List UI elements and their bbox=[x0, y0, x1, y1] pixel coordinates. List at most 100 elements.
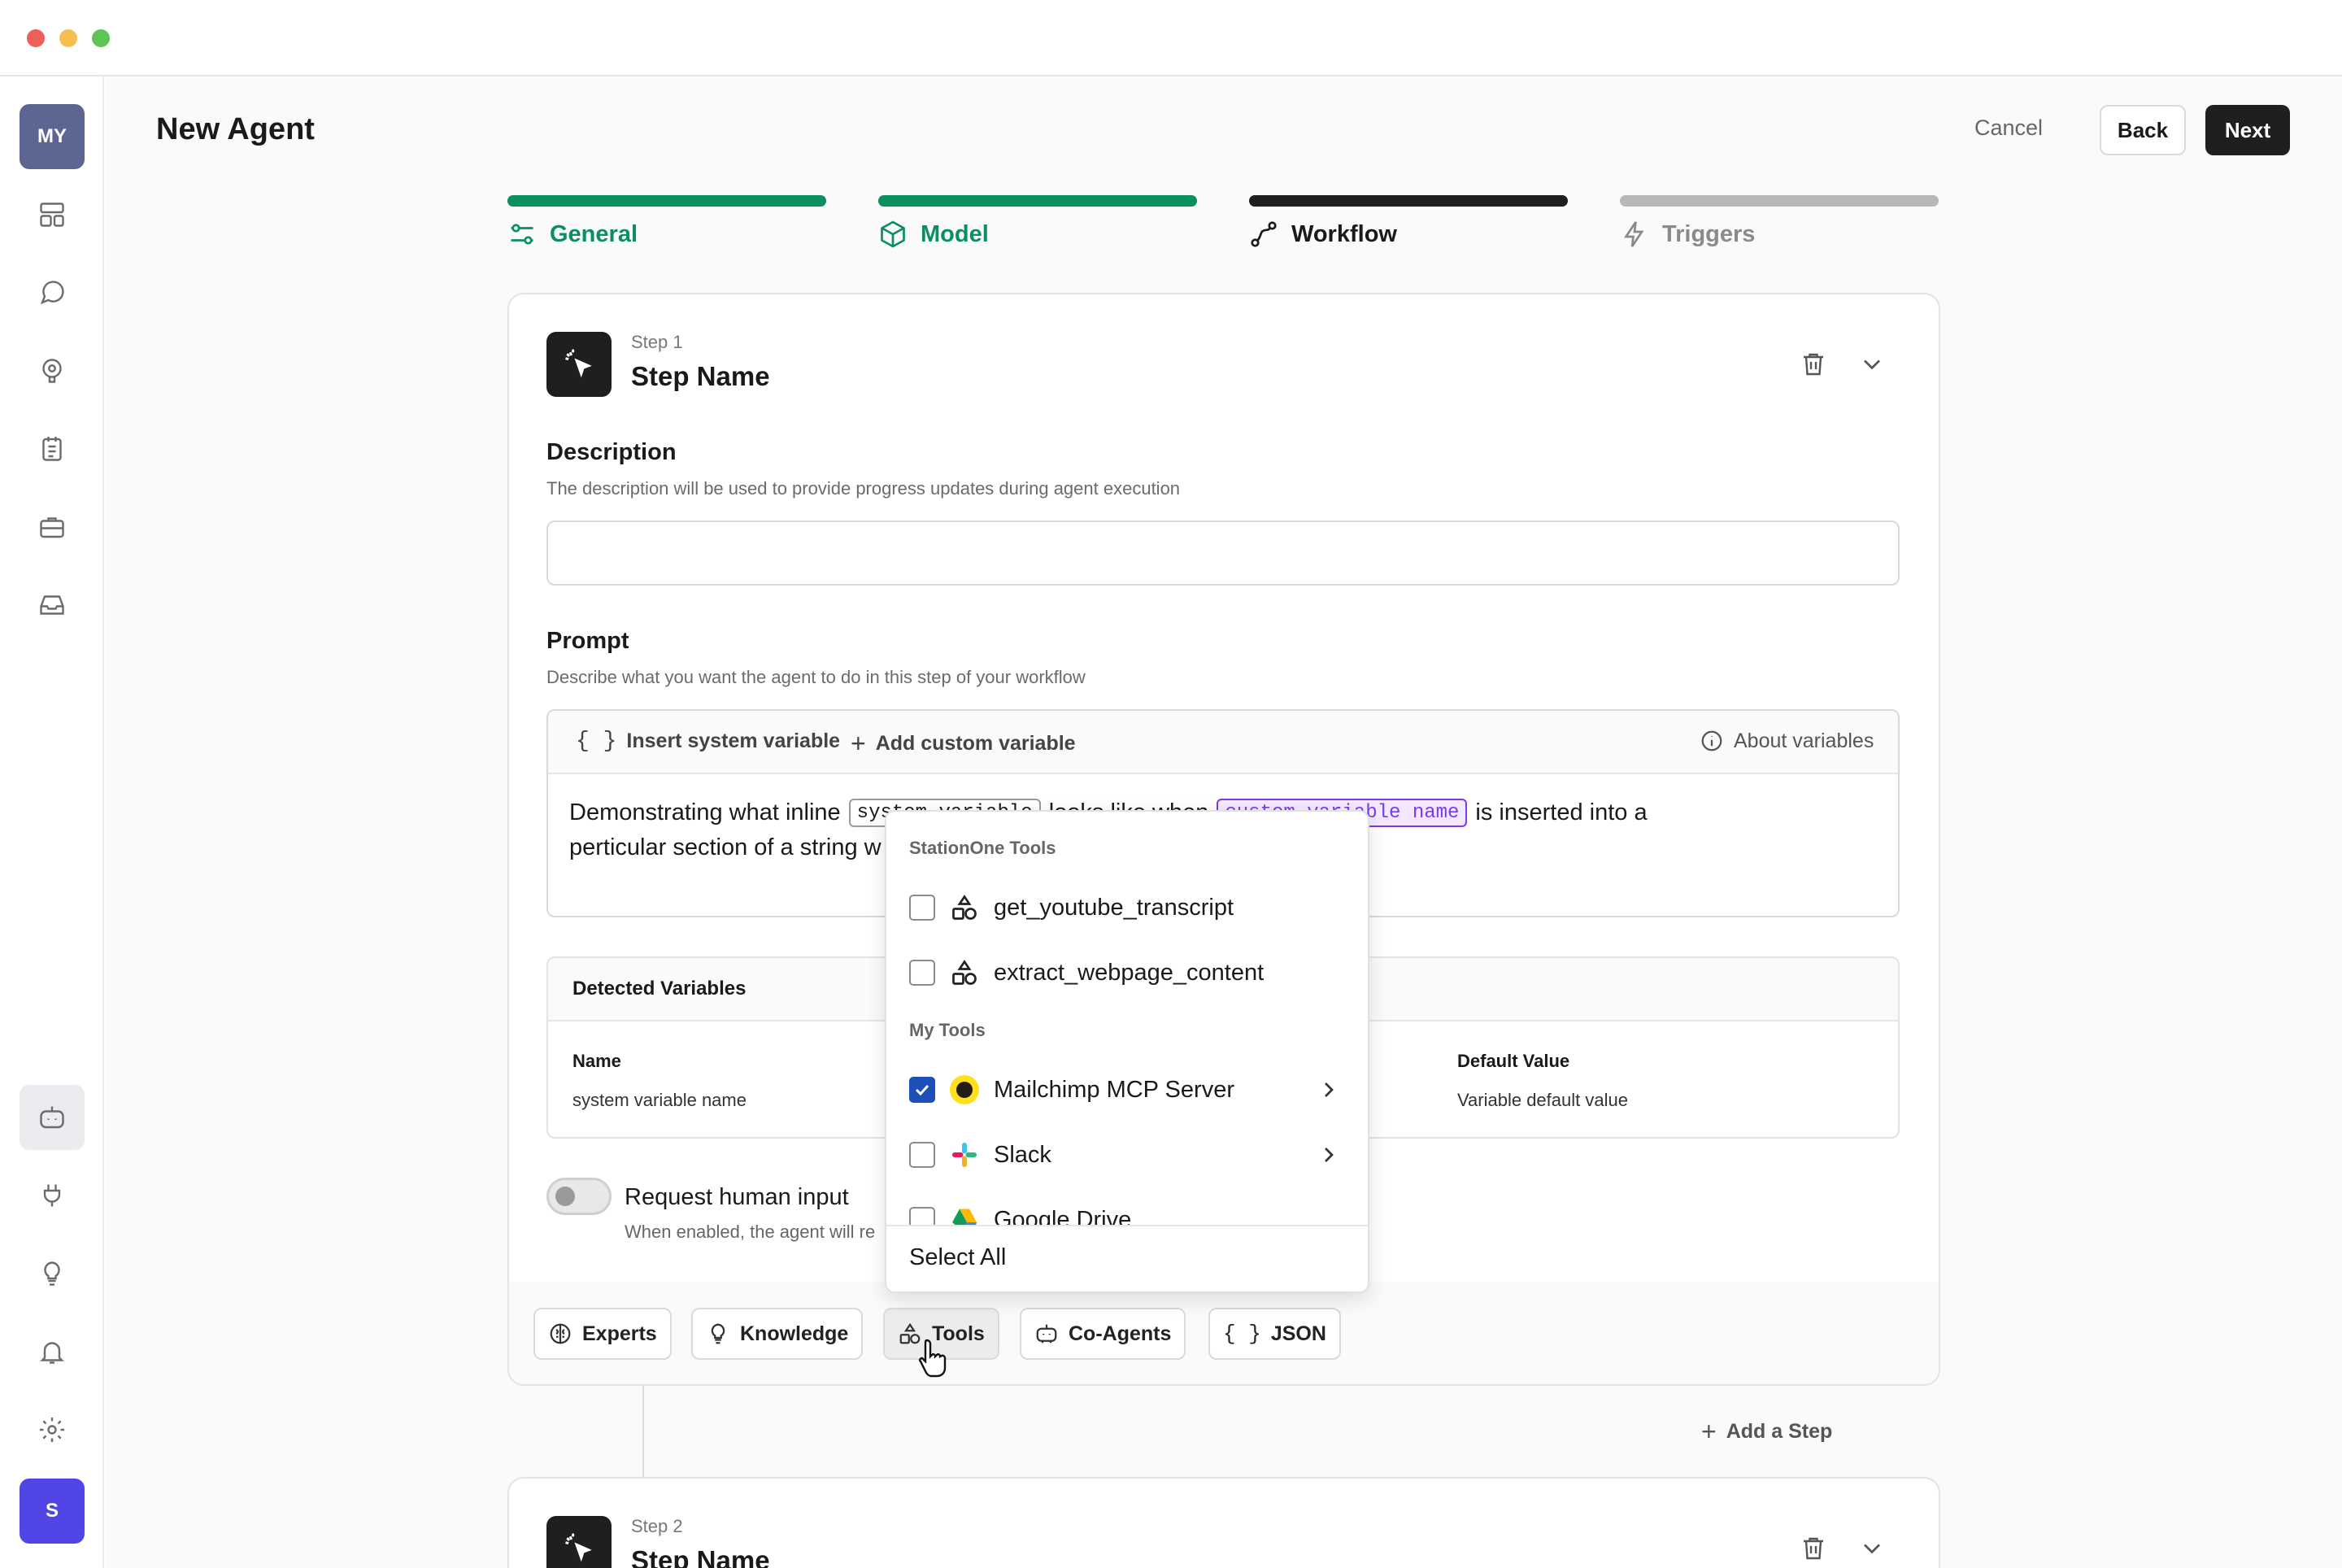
co-agents-button[interactable]: Co-Agents bbox=[1020, 1308, 1186, 1360]
knowledge-button[interactable]: Knowledge bbox=[691, 1308, 864, 1360]
step-2-cursor-icon bbox=[546, 1516, 612, 1568]
checkbox[interactable] bbox=[909, 895, 935, 921]
collapse-step-2-chevron-down-icon[interactable] bbox=[1857, 1534, 1887, 1563]
collapse-step-1-chevron-down-icon[interactable] bbox=[1857, 350, 1887, 379]
maximize-window-button[interactable] bbox=[92, 29, 110, 47]
add-step-button[interactable]: + Add a Step bbox=[1701, 1417, 1832, 1447]
request-human-input-label: Request human input bbox=[625, 1184, 849, 1210]
tool-option-slack[interactable]: Slack bbox=[886, 1122, 1368, 1187]
chevron-right-icon bbox=[1325, 1148, 1334, 1162]
tab-triggers[interactable]: Triggers bbox=[1620, 220, 1755, 249]
plus-icon: + bbox=[851, 729, 866, 758]
description-label: Description bbox=[546, 439, 677, 465]
tool-option-label: get_youtube_transcript bbox=[994, 894, 1234, 921]
variable-row-name: system variable name bbox=[572, 1090, 747, 1110]
chevron-right-icon bbox=[1325, 1082, 1334, 1097]
back-button[interactable]: Back bbox=[2100, 105, 2186, 155]
bell-icon[interactable] bbox=[29, 1329, 75, 1374]
plug-icon[interactable] bbox=[29, 1173, 75, 1218]
shapes-icon bbox=[952, 960, 977, 985]
knowledge-label: Knowledge bbox=[740, 1322, 849, 1345]
about-variables-label: About variables bbox=[1734, 729, 1874, 752]
slack-logo-icon bbox=[952, 1143, 977, 1167]
co-agents-label: Co-Agents bbox=[1069, 1322, 1172, 1345]
stepper-bar-workflow bbox=[1249, 195, 1568, 207]
detected-variables-title: Detected Variables bbox=[572, 978, 747, 1000]
prompt-text-3: is inserted into a bbox=[1475, 799, 1648, 825]
plus-icon: + bbox=[1701, 1417, 1717, 1446]
tab-workflow[interactable]: Workflow bbox=[1249, 220, 1397, 249]
select-all-button[interactable]: Select All bbox=[909, 1244, 1006, 1271]
stepper-bar-triggers bbox=[1620, 195, 1939, 207]
checkbox[interactable] bbox=[909, 960, 935, 986]
tools-dropdown: StationOne Tools get_youtube_transcript … bbox=[885, 810, 1369, 1293]
checkbox[interactable] bbox=[909, 1142, 935, 1168]
experts-label: Experts bbox=[582, 1322, 657, 1345]
user-initial: S bbox=[45, 1500, 59, 1522]
cube-icon bbox=[881, 220, 905, 248]
description-input[interactable] bbox=[546, 520, 1900, 586]
stepper-bar-general bbox=[507, 195, 826, 207]
variables-column-default: Default Value bbox=[1457, 1051, 1570, 1071]
agents-icon[interactable] bbox=[20, 1085, 85, 1150]
experts-button[interactable]: Experts bbox=[533, 1308, 672, 1360]
step-1-cursor-icon bbox=[546, 332, 612, 397]
step-1-number: Step 1 bbox=[631, 332, 683, 352]
inbox-icon[interactable] bbox=[29, 582, 75, 628]
robot-icon bbox=[1036, 1324, 1057, 1344]
step-2-name[interactable]: Step Name bbox=[631, 1545, 770, 1568]
delete-step-2-trash-icon[interactable] bbox=[1799, 1534, 1828, 1563]
tab-model[interactable]: Model bbox=[878, 220, 989, 249]
insert-system-variable-label: Insert system variable bbox=[626, 730, 841, 752]
variable-row-default: Variable default value bbox=[1457, 1090, 1628, 1110]
sliders-icon bbox=[511, 224, 533, 245]
add-custom-variable-button[interactable]: + Add custom variable bbox=[851, 729, 1076, 759]
tab-triggers-label: Triggers bbox=[1662, 220, 1756, 247]
idea-brain-icon[interactable] bbox=[29, 348, 75, 394]
dropdown-group-my-tools: My Tools bbox=[909, 1020, 986, 1040]
request-human-input-help: When enabled, the agent will re bbox=[625, 1222, 876, 1242]
checkbox-checked[interactable] bbox=[909, 1077, 935, 1103]
tool-option-get-youtube-transcript[interactable]: get_youtube_transcript bbox=[886, 875, 1368, 940]
braces-icon: { } bbox=[1223, 1322, 1261, 1346]
clipboard-icon[interactable] bbox=[29, 426, 75, 472]
add-custom-variable-label: Add custom variable bbox=[875, 732, 1076, 755]
prompt-help: Describe what you want the agent to do i… bbox=[546, 667, 1086, 687]
workspace-initials: MY bbox=[37, 125, 67, 147]
step-2-number: Step 2 bbox=[631, 1516, 683, 1536]
workspace-avatar[interactable]: MY bbox=[20, 104, 85, 169]
settings-gear-icon[interactable] bbox=[29, 1407, 75, 1453]
step-1-name[interactable]: Step Name bbox=[631, 361, 770, 392]
delete-step-1-trash-icon[interactable] bbox=[1799, 350, 1828, 379]
dashboard-icon[interactable] bbox=[29, 192, 75, 237]
insert-system-variable-button[interactable]: { } Insert system variable bbox=[576, 729, 840, 754]
lightning-icon bbox=[1623, 221, 1644, 247]
lightbulb-icon[interactable] bbox=[29, 1251, 75, 1296]
about-variables-link[interactable]: About variables bbox=[1700, 729, 1874, 753]
close-window-button[interactable] bbox=[27, 29, 45, 47]
tool-option-mailchimp[interactable]: Mailchimp MCP Server bbox=[886, 1057, 1368, 1122]
window-titlebar bbox=[0, 0, 2342, 76]
prompt-text-line-2: perticular section of a string w bbox=[569, 834, 882, 860]
request-human-input-toggle[interactable] bbox=[546, 1178, 612, 1215]
info-icon bbox=[1701, 730, 1722, 751]
next-button[interactable]: Next bbox=[2205, 105, 2290, 155]
workflow-route-icon bbox=[1251, 221, 1277, 247]
tool-option-label: Slack bbox=[994, 1141, 1051, 1168]
page-title: New Agent bbox=[156, 112, 315, 146]
mailchimp-logo-icon bbox=[950, 1075, 979, 1104]
tool-option-extract-webpage-content[interactable]: extract_webpage_content bbox=[886, 940, 1368, 1005]
tab-model-label: Model bbox=[921, 220, 989, 247]
user-avatar[interactable]: S bbox=[20, 1479, 85, 1544]
shapes-icon bbox=[952, 895, 977, 920]
briefcase-icon[interactable] bbox=[29, 504, 75, 550]
chat-icon[interactable] bbox=[29, 270, 75, 316]
prompt-label: Prompt bbox=[546, 628, 629, 654]
step-connector-line bbox=[642, 1386, 644, 1477]
cancel-button[interactable]: Cancel bbox=[1974, 115, 2043, 141]
minimize-window-button[interactable] bbox=[59, 29, 77, 47]
sidebar: MY S bbox=[0, 76, 104, 1568]
check-icon bbox=[915, 1084, 929, 1096]
json-button[interactable]: { } JSON bbox=[1208, 1308, 1341, 1360]
tab-general[interactable]: General bbox=[507, 220, 638, 249]
